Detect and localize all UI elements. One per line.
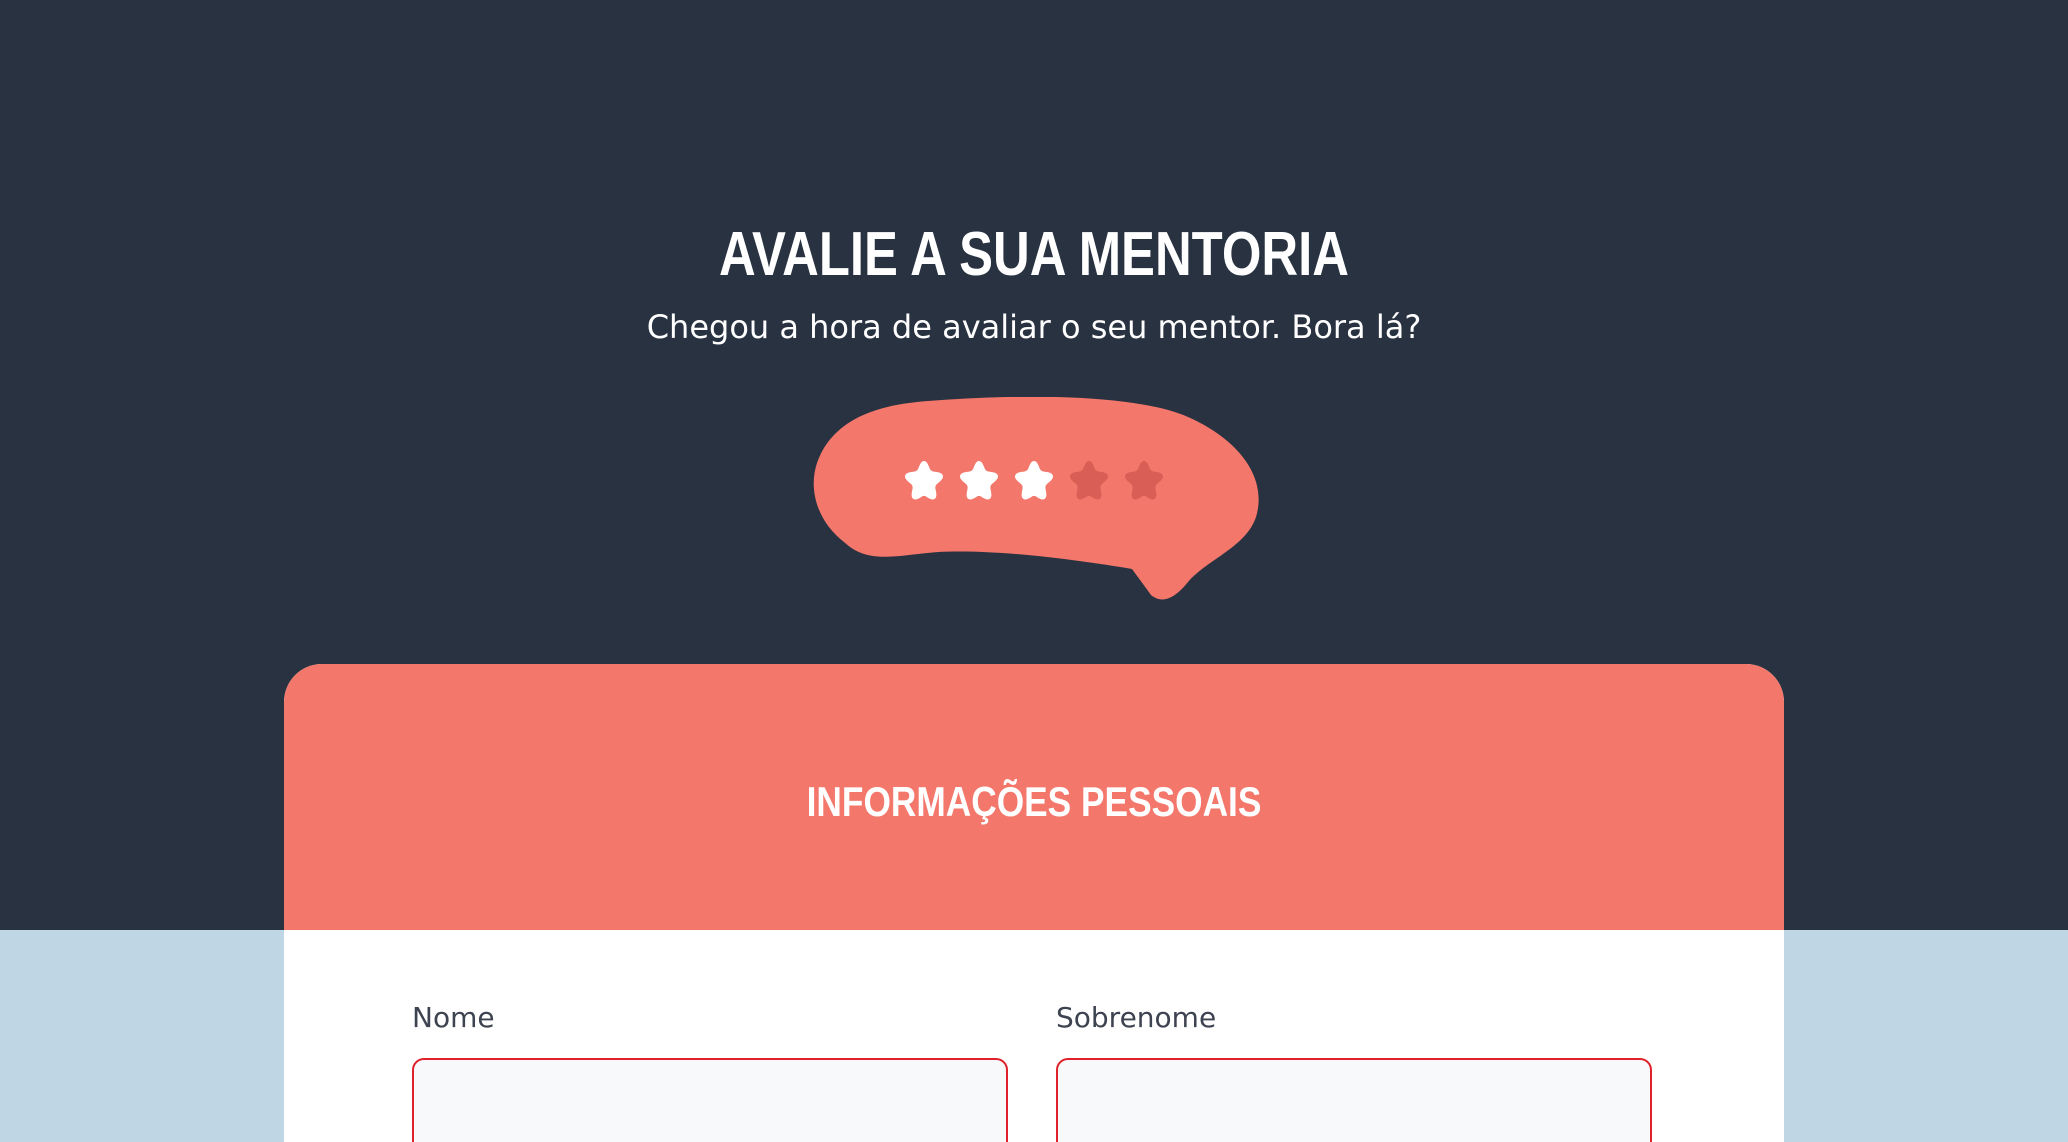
last-name-input[interactable]	[1056, 1058, 1652, 1142]
first-name-label: Nome	[412, 1001, 495, 1034]
star-icon[interactable]	[1012, 458, 1056, 502]
star-icon[interactable]	[1122, 458, 1166, 502]
last-name-label: Sobrenome	[1056, 1001, 1217, 1034]
star-icon[interactable]	[1067, 458, 1111, 502]
last-name-field: Sobrenome	[1056, 998, 1656, 1142]
form-card: INFORMAÇÕES PESSOAIS Nome Sobrenome	[284, 664, 1784, 1142]
star-icon[interactable]	[957, 458, 1001, 502]
form-card-header: INFORMAÇÕES PESSOAIS	[284, 664, 1784, 930]
first-name-field: Nome	[412, 998, 1012, 1142]
section-title: INFORMAÇÕES PESSOAIS	[806, 778, 1262, 825]
star-rating[interactable]	[902, 458, 1166, 502]
page-title: AVALIE A SUA MENTORIA	[719, 220, 1349, 289]
star-icon[interactable]	[902, 458, 946, 502]
page-subtitle: Chegou a hora de avaliar o seu mentor. B…	[646, 308, 1422, 346]
first-name-input[interactable]	[412, 1058, 1008, 1142]
page: AVALIE A SUA MENTORIA Chegou a hora de a…	[0, 0, 2068, 1142]
